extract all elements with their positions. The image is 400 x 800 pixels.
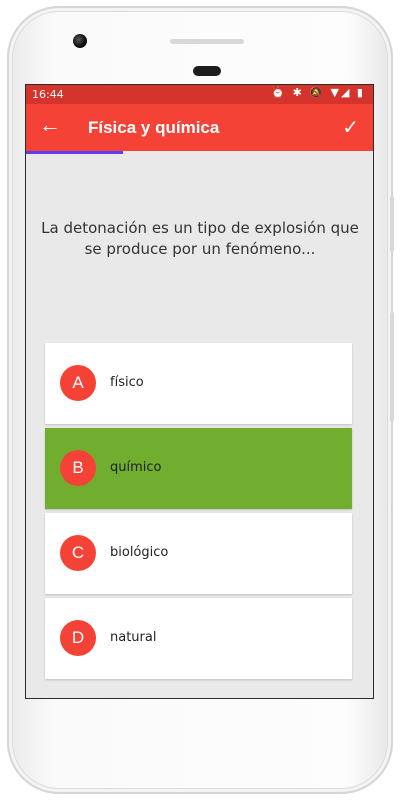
- page-title: Física y química: [88, 118, 220, 137]
- quiz-progress-fill: [26, 151, 124, 154]
- checkmark-icon[interactable]: ✓: [342, 115, 359, 140]
- answer-letter-badge: B: [60, 450, 96, 486]
- answer-option-d[interactable]: D natural: [45, 598, 352, 679]
- answer-letter-badge: C: [60, 535, 96, 571]
- front-camera: [73, 34, 87, 48]
- answer-label: físico: [110, 375, 144, 390]
- answer-option-a[interactable]: A físico: [45, 343, 352, 424]
- question-text: La detonación es un tipo de explosión qu…: [41, 219, 359, 258]
- answer-label: químico: [110, 460, 162, 475]
- quiz-progress-bar: [26, 151, 373, 154]
- status-icons: ⏰ ✱ 🔕 ▼◢ ▮: [271, 86, 365, 99]
- app-bar: ← Física y química ✓: [26, 104, 373, 151]
- earpiece-speaker: [170, 39, 244, 44]
- back-arrow-icon[interactable]: ←: [39, 114, 61, 136]
- answer-letter-badge: D: [60, 620, 96, 656]
- app-screen: 16:44 ⏰ ✱ 🔕 ▼◢ ▮ ← Física y química ✓ La…: [25, 84, 374, 699]
- answer-label: biológico: [110, 545, 169, 560]
- status-bar: 16:44 ⏰ ✱ 🔕 ▼◢ ▮: [26, 85, 373, 104]
- volume-button: [390, 312, 394, 422]
- proximity-sensor: [193, 66, 221, 76]
- answer-option-b[interactable]: B químico: [45, 428, 352, 509]
- power-button: [390, 196, 394, 252]
- status-time: 16:44: [32, 88, 64, 101]
- answer-label: natural: [110, 630, 157, 645]
- answer-letter-badge: A: [60, 365, 96, 401]
- answer-option-c[interactable]: C biológico: [45, 513, 352, 594]
